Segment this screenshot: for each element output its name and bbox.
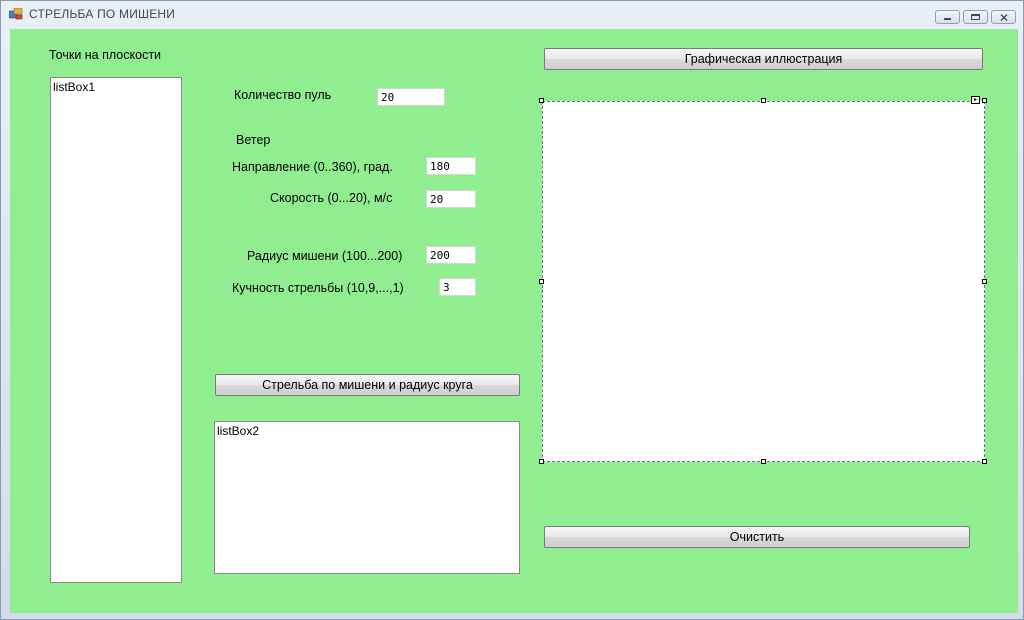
target-radius-label: Радиус мишени (100...200) [247, 249, 403, 263]
listbox1-text: listBox1 [53, 80, 96, 94]
window-title: СТРЕЛЬБА ПО МИШЕНИ [29, 7, 176, 21]
bullet-count-label: Количество пуль [234, 88, 332, 102]
smart-tag-icon[interactable]: ▸ [971, 96, 980, 104]
bullet-count-input[interactable]: 20 [377, 88, 445, 106]
resize-handle-bottom[interactable] [761, 459, 766, 464]
close-icon [1000, 14, 1008, 21]
title-bar[interactable]: СТРЕЛЬБА ПО МИШЕНИ [1, 1, 1023, 27]
graphics-picture-box[interactable] [542, 101, 985, 462]
minimize-icon [944, 18, 951, 20]
accuracy-label: Кучность стрельбы (10,9,...,1) [232, 281, 404, 295]
resize-handle-top[interactable] [761, 98, 766, 103]
illustration-button[interactable]: Графическая иллюстрация [544, 48, 983, 70]
resize-handle-top-right[interactable] [982, 98, 987, 103]
close-button[interactable] [991, 10, 1016, 24]
direction-label: Направление (0..360), град. [232, 160, 393, 174]
app-icon [9, 8, 23, 20]
shoot-button[interactable]: Стрельба по мишени и радиус круга [215, 374, 520, 396]
speed-input[interactable]: 20 [426, 190, 476, 208]
maximize-icon [971, 14, 980, 20]
resize-handle-bottom-right[interactable] [982, 459, 987, 464]
wind-label: Ветер [236, 133, 271, 147]
resize-handle-right[interactable] [982, 279, 987, 284]
app-window: СТРЕЛЬБА ПО МИШЕНИ Точки на плоскости li… [0, 0, 1024, 620]
listbox-results[interactable]: listBox2 [214, 421, 520, 574]
resize-handle-top-left[interactable] [539, 98, 544, 103]
listbox-points[interactable]: listBox1 [50, 77, 182, 583]
target-radius-input[interactable]: 200 [426, 246, 476, 264]
listbox2-text: listBox2 [217, 424, 260, 438]
minimize-button[interactable] [935, 10, 960, 24]
points-label: Точки на плоскости [49, 48, 162, 62]
accuracy-input[interactable]: 3 [439, 278, 476, 296]
resize-handle-left[interactable] [539, 279, 544, 284]
direction-input[interactable]: 180 [426, 157, 476, 175]
resize-handle-bottom-left[interactable] [539, 459, 544, 464]
clear-button[interactable]: Очистить [544, 526, 970, 548]
maximize-button[interactable] [963, 10, 988, 24]
speed-label: Скорость (0...20), м/с [270, 191, 393, 205]
